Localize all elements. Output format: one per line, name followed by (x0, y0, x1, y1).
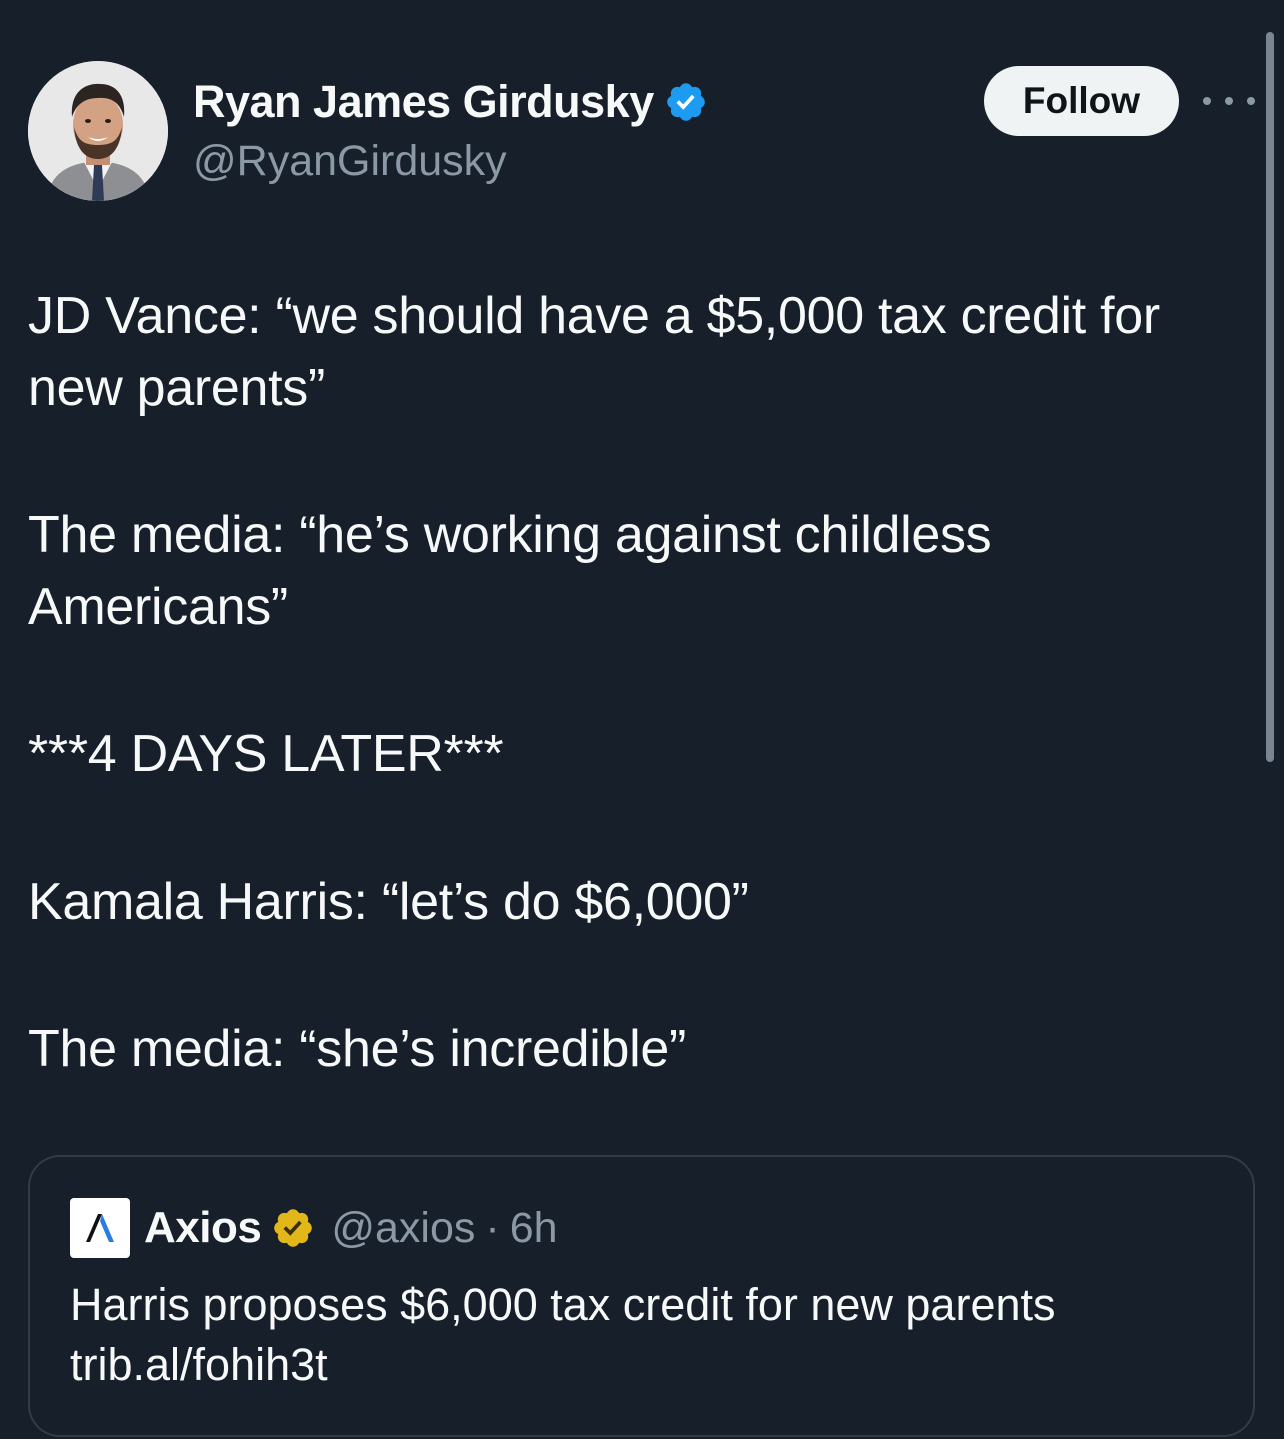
axios-logo-icon (70, 1198, 130, 1258)
tweet-text-line: JD Vance: “we should have a $5,000 tax c… (28, 287, 1160, 345)
tweet-text-line: The media: “he’s working against childle… (28, 506, 992, 564)
quoted-header: Axios @axios · 6h (144, 1197, 558, 1259)
avatar-image (28, 61, 168, 201)
quoted-separator: · (485, 1203, 500, 1252)
more-dot (1225, 97, 1233, 105)
quoted-text: Harris proposes $6,000 tax credit for ne… (70, 1275, 1056, 1395)
tweet-page: Ryan James Girdusky @RyanGirdusky Follow… (0, 0, 1284, 1439)
more-dot (1247, 97, 1255, 105)
quoted-timestamp[interactable]: 6h (510, 1204, 558, 1253)
tweet-text-line: Americans” (28, 578, 288, 636)
author-display-name[interactable]: Ryan James Girdusky (193, 76, 654, 128)
tweet-text-line: ***4 DAYS LATER*** (28, 725, 504, 783)
author-avatar[interactable] (28, 61, 168, 201)
axios-logo-mark (86, 1214, 114, 1242)
author-handle[interactable]: @RyanGirdusky (193, 137, 507, 186)
scrollbar[interactable] (1266, 32, 1274, 762)
tweet-text-line: Kamala Harris: “let’s do $6,000” (28, 873, 749, 931)
tweet-text-line: new parents” (28, 359, 325, 417)
follow-button[interactable]: Follow (984, 66, 1179, 136)
verified-gold-badge-icon (274, 1209, 313, 1247)
quoted-link[interactable]: trib.al/fohih3t (70, 1335, 1056, 1395)
author-name-row[interactable]: Ryan James Girdusky (193, 74, 708, 130)
quoted-author-name[interactable]: Axios (144, 1203, 262, 1253)
more-dot (1203, 97, 1211, 105)
quoted-tweet-card[interactable]: Axios @axios · 6h Harris proposes $6,000… (28, 1155, 1255, 1437)
verified-badge-icon (666, 83, 705, 121)
tweet-text-line: The media: “she’s incredible” (28, 1020, 686, 1078)
more-dots-icon[interactable] (1203, 86, 1255, 116)
quoted-handle[interactable]: @axios (331, 1204, 475, 1253)
quoted-text-line: Harris proposes $6,000 tax credit for ne… (70, 1279, 1056, 1330)
